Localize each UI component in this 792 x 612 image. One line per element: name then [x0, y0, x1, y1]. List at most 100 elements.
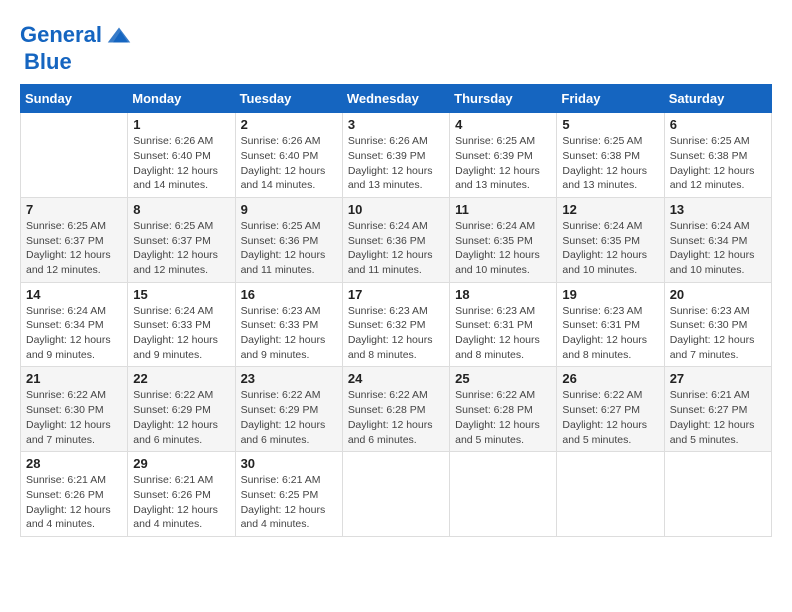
day-number: 21 [26, 371, 122, 386]
day-number: 13 [670, 202, 766, 217]
calendar-cell: 4Sunrise: 6:25 AM Sunset: 6:39 PM Daylig… [450, 113, 557, 198]
calendar-cell [664, 452, 771, 537]
weekday-header: Tuesday [235, 85, 342, 113]
weekday-header: Friday [557, 85, 664, 113]
calendar-cell: 1Sunrise: 6:26 AM Sunset: 6:40 PM Daylig… [128, 113, 235, 198]
calendar-cell: 13 Sunrise: 6:24 AM Sunset: 6:34 PM Dayli… [664, 197, 771, 282]
calendar-cell: 19Sunrise: 6:23 AM Sunset: 6:31 PM Dayli… [557, 282, 664, 367]
weekday-header: Saturday [664, 85, 771, 113]
day-number: 24 [348, 371, 444, 386]
calendar-week-row: 7 Sunrise: 6:25 AM Sunset: 6:37 PM Daylig… [21, 197, 772, 282]
day-info: Sunrise: 6:24 AM Sunset: 6:34 PM Dayligh… [26, 304, 122, 363]
calendar-cell [342, 452, 449, 537]
day-info: Sunrise: 6:22 AM Sunset: 6:29 PM Dayligh… [241, 388, 337, 447]
calendar-cell: 14 Sunrise: 6:24 AM Sunset: 6:34 PM Dayli… [21, 282, 128, 367]
calendar-header: SundayMondayTuesdayWednesdayThursdayFrid… [21, 85, 772, 113]
day-info: Sunrise: 6:24 AM Sunset: 6:36 PM Dayligh… [348, 219, 444, 278]
day-info: Sunrise: 6:24 AM Sunset: 6:35 PM Dayligh… [562, 219, 658, 278]
calendar-week-row: 28 Sunrise: 6:21 AM Sunset: 6:26 PM Dayli… [21, 452, 772, 537]
weekday-header: Thursday [450, 85, 557, 113]
calendar-cell: 18 Sunrise: 6:23 AM Sunset: 6:31 PM Dayli… [450, 282, 557, 367]
calendar-cell: 3Sunrise: 6:26 AM Sunset: 6:39 PM Daylig… [342, 113, 449, 198]
day-info: Sunrise: 6:25 AM Sunset: 6:38 PM Dayligh… [562, 134, 658, 193]
calendar-cell [21, 113, 128, 198]
calendar-cell: 17 Sunrise: 6:23 AM Sunset: 6:32 PM Dayli… [342, 282, 449, 367]
day-number: 23 [241, 371, 337, 386]
day-number: 5 [562, 117, 658, 132]
calendar-cell: 6Sunrise: 6:25 AM Sunset: 6:38 PM Daylig… [664, 113, 771, 198]
day-info: Sunrise: 6:23 AM Sunset: 6:31 PM Dayligh… [562, 304, 658, 363]
calendar-cell: 10 Sunrise: 6:24 AM Sunset: 6:36 PM Dayli… [342, 197, 449, 282]
day-info: Sunrise: 6:25 AM Sunset: 6:39 PM Dayligh… [455, 134, 551, 193]
calendar-week-row: 14 Sunrise: 6:24 AM Sunset: 6:34 PM Dayli… [21, 282, 772, 367]
day-info: Sunrise: 6:21 AM Sunset: 6:26 PM Dayligh… [133, 473, 229, 532]
day-info: Sunrise: 6:22 AM Sunset: 6:30 PM Dayligh… [26, 388, 122, 447]
day-number: 9 [241, 202, 337, 217]
day-number: 8 [133, 202, 229, 217]
calendar-cell: 24Sunrise: 6:22 AM Sunset: 6:28 PM Dayli… [342, 367, 449, 452]
calendar-cell: 30 Sunrise: 6:21 AM Sunset: 6:25 PM Dayli… [235, 452, 342, 537]
day-info: Sunrise: 6:22 AM Sunset: 6:27 PM Dayligh… [562, 388, 658, 447]
calendar-cell: 23 Sunrise: 6:22 AM Sunset: 6:29 PM Dayli… [235, 367, 342, 452]
day-number: 12 [562, 202, 658, 217]
day-info: Sunrise: 6:26 AM Sunset: 6:40 PM Dayligh… [133, 134, 229, 193]
calendar-cell [450, 452, 557, 537]
day-info: Sunrise: 6:23 AM Sunset: 6:32 PM Dayligh… [348, 304, 444, 363]
day-info: Sunrise: 6:24 AM Sunset: 6:34 PM Dayligh… [670, 219, 766, 278]
day-number: 2 [241, 117, 337, 132]
logo-text: General [20, 23, 102, 47]
calendar-cell [557, 452, 664, 537]
calendar-cell: 20 Sunrise: 6:23 AM Sunset: 6:30 PM Dayli… [664, 282, 771, 367]
day-info: Sunrise: 6:23 AM Sunset: 6:30 PM Dayligh… [670, 304, 766, 363]
day-number: 28 [26, 456, 122, 471]
calendar-cell: 22 Sunrise: 6:22 AM Sunset: 6:29 PM Dayli… [128, 367, 235, 452]
day-number: 22 [133, 371, 229, 386]
day-number: 18 [455, 287, 551, 302]
day-number: 16 [241, 287, 337, 302]
day-number: 10 [348, 202, 444, 217]
day-info: Sunrise: 6:21 AM Sunset: 6:25 PM Dayligh… [241, 473, 337, 532]
day-number: 27 [670, 371, 766, 386]
day-info: Sunrise: 6:21 AM Sunset: 6:27 PM Dayligh… [670, 388, 766, 447]
day-info: Sunrise: 6:23 AM Sunset: 6:31 PM Dayligh… [455, 304, 551, 363]
calendar-cell: 2 Sunrise: 6:26 AM Sunset: 6:40 PM Daylig… [235, 113, 342, 198]
calendar-cell: 16 Sunrise: 6:23 AM Sunset: 6:33 PM Dayli… [235, 282, 342, 367]
day-info: Sunrise: 6:21 AM Sunset: 6:26 PM Dayligh… [26, 473, 122, 532]
calendar-cell: 27 Sunrise: 6:21 AM Sunset: 6:27 PM Dayli… [664, 367, 771, 452]
calendar-cell: 15Sunrise: 6:24 AM Sunset: 6:33 PM Dayli… [128, 282, 235, 367]
calendar-cell: 11Sunrise: 6:24 AM Sunset: 6:35 PM Dayli… [450, 197, 557, 282]
day-info: Sunrise: 6:25 AM Sunset: 6:37 PM Dayligh… [26, 219, 122, 278]
day-info: Sunrise: 6:23 AM Sunset: 6:33 PM Dayligh… [241, 304, 337, 363]
calendar-week-row: 21 Sunrise: 6:22 AM Sunset: 6:30 PM Dayli… [21, 367, 772, 452]
calendar-cell: 12 Sunrise: 6:24 AM Sunset: 6:35 PM Dayli… [557, 197, 664, 282]
day-number: 3 [348, 117, 444, 132]
calendar-cell: 26 Sunrise: 6:22 AM Sunset: 6:27 PM Dayli… [557, 367, 664, 452]
page-header: General Blue [20, 20, 772, 74]
day-info: Sunrise: 6:25 AM Sunset: 6:36 PM Dayligh… [241, 219, 337, 278]
day-number: 29 [133, 456, 229, 471]
calendar-cell: 25 Sunrise: 6:22 AM Sunset: 6:28 PM Dayli… [450, 367, 557, 452]
weekday-header: Wednesday [342, 85, 449, 113]
weekday-header: Monday [128, 85, 235, 113]
calendar-table: SundayMondayTuesdayWednesdayThursdayFrid… [20, 84, 772, 537]
weekday-header: Sunday [21, 85, 128, 113]
logo: General Blue [20, 20, 134, 74]
day-number: 7 [26, 202, 122, 217]
day-info: Sunrise: 6:25 AM Sunset: 6:37 PM Dayligh… [133, 219, 229, 278]
day-number: 30 [241, 456, 337, 471]
calendar-cell: 28 Sunrise: 6:21 AM Sunset: 6:26 PM Dayli… [21, 452, 128, 537]
day-number: 20 [670, 287, 766, 302]
day-info: Sunrise: 6:22 AM Sunset: 6:29 PM Dayligh… [133, 388, 229, 447]
calendar-cell: 7 Sunrise: 6:25 AM Sunset: 6:37 PM Daylig… [21, 197, 128, 282]
day-info: Sunrise: 6:26 AM Sunset: 6:40 PM Dayligh… [241, 134, 337, 193]
logo-icon [104, 20, 134, 50]
day-number: 17 [348, 287, 444, 302]
day-number: 26 [562, 371, 658, 386]
calendar-cell: 9 Sunrise: 6:25 AM Sunset: 6:36 PM Daylig… [235, 197, 342, 282]
calendar-cell: 5 Sunrise: 6:25 AM Sunset: 6:38 PM Daylig… [557, 113, 664, 198]
day-number: 14 [26, 287, 122, 302]
day-number: 11 [455, 202, 551, 217]
day-number: 25 [455, 371, 551, 386]
calendar-week-row: 1Sunrise: 6:26 AM Sunset: 6:40 PM Daylig… [21, 113, 772, 198]
day-info: Sunrise: 6:22 AM Sunset: 6:28 PM Dayligh… [455, 388, 551, 447]
